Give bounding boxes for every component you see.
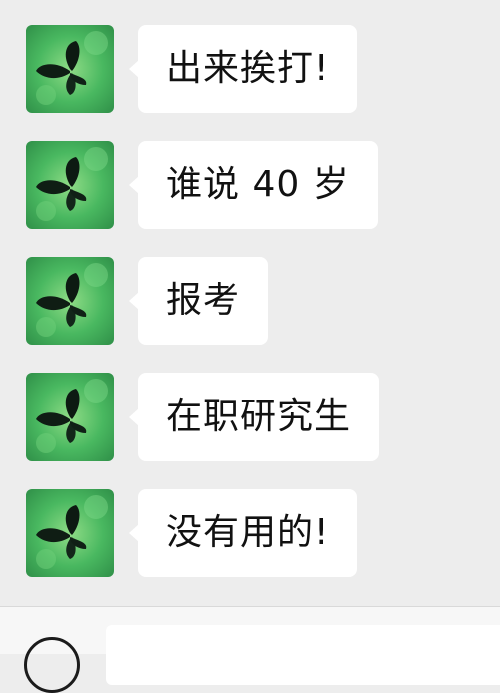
chat-input-bar [0, 606, 500, 693]
message-row: 在职研究生 [0, 373, 500, 463]
message-bubble[interactable]: 出来挨打! [129, 25, 358, 113]
chat-message-list[interactable]: 出来挨打! 谁说 40 岁 报考 在职研究生 没有用的! [0, 0, 500, 606]
message-row: 报考 [0, 257, 500, 347]
butterfly-avatar-icon [26, 489, 114, 577]
butterfly-avatar-icon [26, 373, 114, 461]
message-row: 谁说 40 岁 [0, 141, 500, 231]
bubble-tail [129, 524, 139, 542]
message-text: 在职研究生 [166, 396, 352, 437]
bubble-tail [129, 60, 139, 78]
message-input[interactable] [106, 625, 500, 685]
bubble-tail [129, 292, 139, 310]
sender-avatar[interactable] [26, 373, 114, 461]
message-bubble[interactable]: 没有用的! [129, 489, 358, 577]
message-row: 出来挨打! [0, 25, 500, 115]
message-text: 报考 [166, 280, 241, 321]
message-text: 谁说 40 岁 [166, 164, 350, 205]
message-bubble[interactable]: 谁说 40 岁 [129, 141, 378, 229]
voice-icon[interactable] [24, 637, 80, 693]
message-row: 没有用的! [0, 489, 500, 579]
butterfly-avatar-icon [26, 257, 114, 345]
sender-avatar[interactable] [26, 257, 114, 345]
sender-avatar[interactable] [26, 25, 114, 113]
butterfly-avatar-icon [26, 141, 114, 229]
bubble-tail [129, 176, 139, 194]
sender-avatar[interactable] [26, 141, 114, 229]
message-text: 出来挨打! [166, 48, 330, 89]
message-bubble[interactable]: 在职研究生 [129, 373, 380, 461]
bubble-tail [129, 408, 139, 426]
message-bubble[interactable]: 报考 [129, 257, 269, 345]
message-text: 没有用的! [166, 512, 330, 553]
butterfly-avatar-icon [26, 25, 114, 113]
sender-avatar[interactable] [26, 489, 114, 577]
